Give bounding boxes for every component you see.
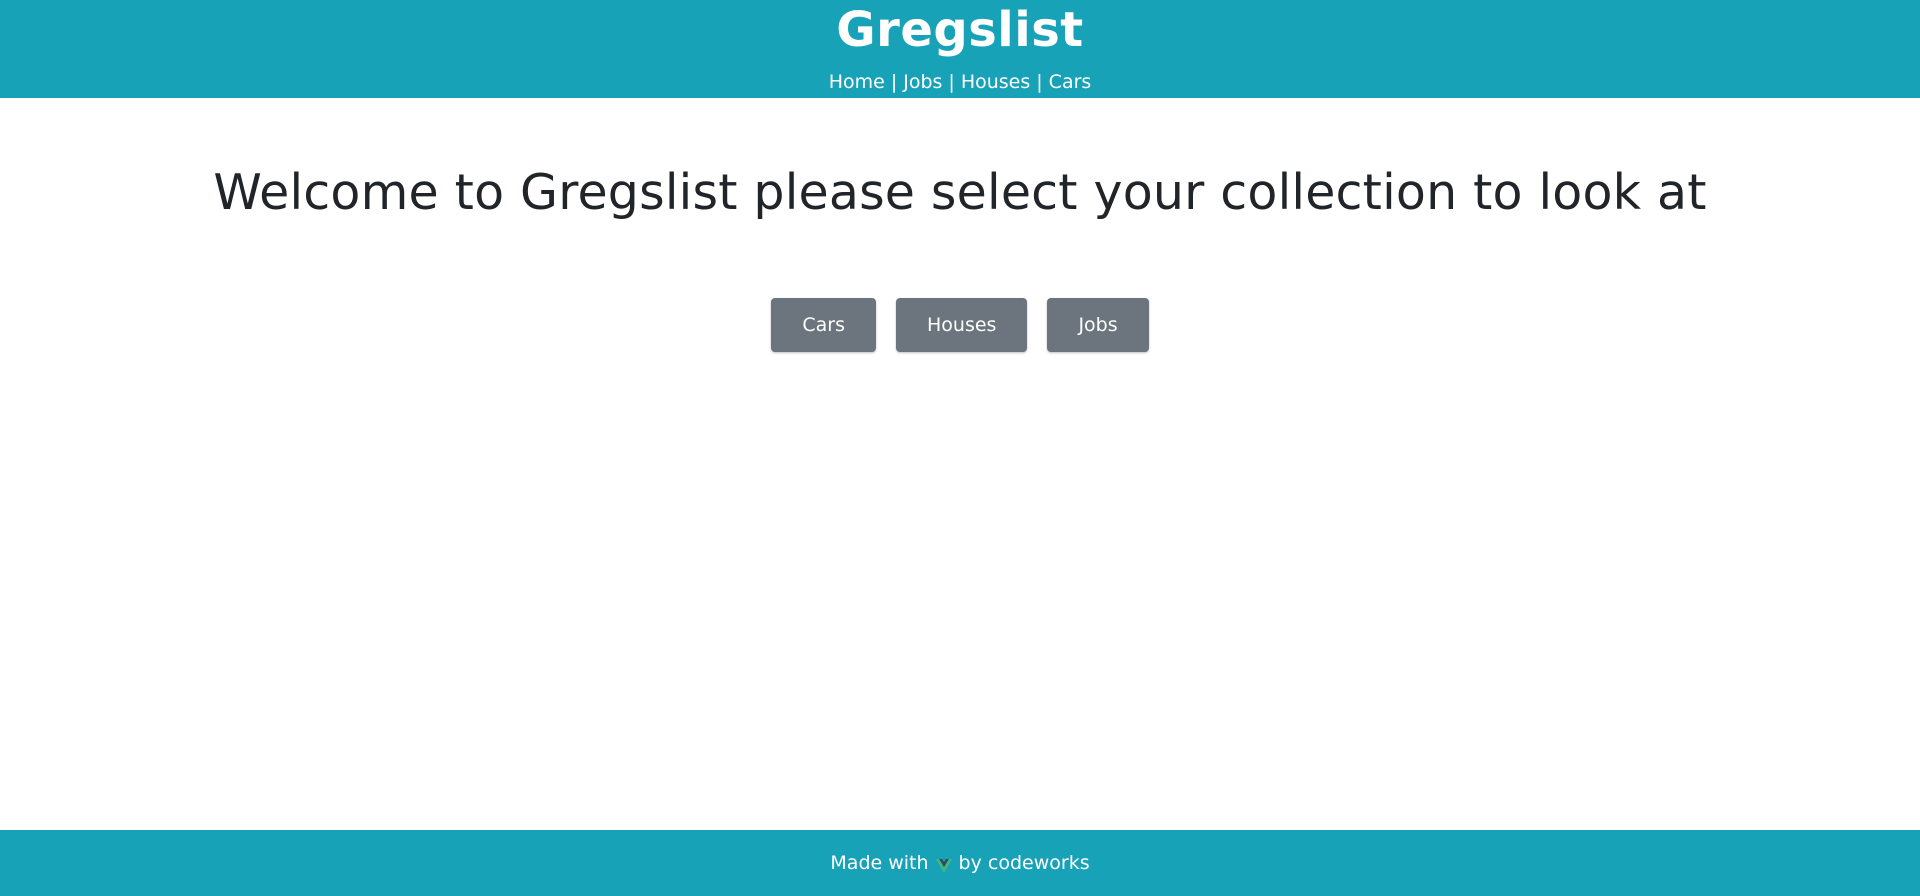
main-nav: Home | Jobs | Houses | Cars [0, 71, 1920, 93]
nav-link-home[interactable]: Home [829, 71, 885, 93]
collection-buttons: Cars Houses Jobs [0, 298, 1920, 352]
footer-made-with: Made with [830, 852, 929, 874]
main-content: Welcome to Gregslist please select your … [0, 98, 1920, 352]
houses-button[interactable]: Houses [895, 298, 1028, 352]
footer-by-codeworks: by codeworks [958, 852, 1090, 874]
vue-logo-icon [935, 856, 952, 873]
nav-separator: | [1036, 71, 1043, 93]
jobs-button[interactable]: Jobs [1047, 298, 1149, 352]
page: Gregslist Home | Jobs | Houses | Cars We… [0, 0, 1920, 896]
nav-separator: | [890, 71, 898, 93]
site-footer: Made with by codeworks [0, 830, 1920, 896]
cars-button[interactable]: Cars [771, 298, 876, 352]
brand-title[interactable]: Gregslist [0, 0, 1920, 58]
nav-link-jobs[interactable]: Jobs [903, 71, 942, 93]
site-header: Gregslist Home | Jobs | Houses | Cars [0, 0, 1920, 98]
nav-link-cars[interactable]: Cars [1049, 71, 1092, 93]
welcome-heading: Welcome to Gregslist please select your … [213, 164, 1707, 221]
nav-separator: | [948, 71, 955, 93]
nav-link-houses[interactable]: Houses [961, 71, 1030, 93]
